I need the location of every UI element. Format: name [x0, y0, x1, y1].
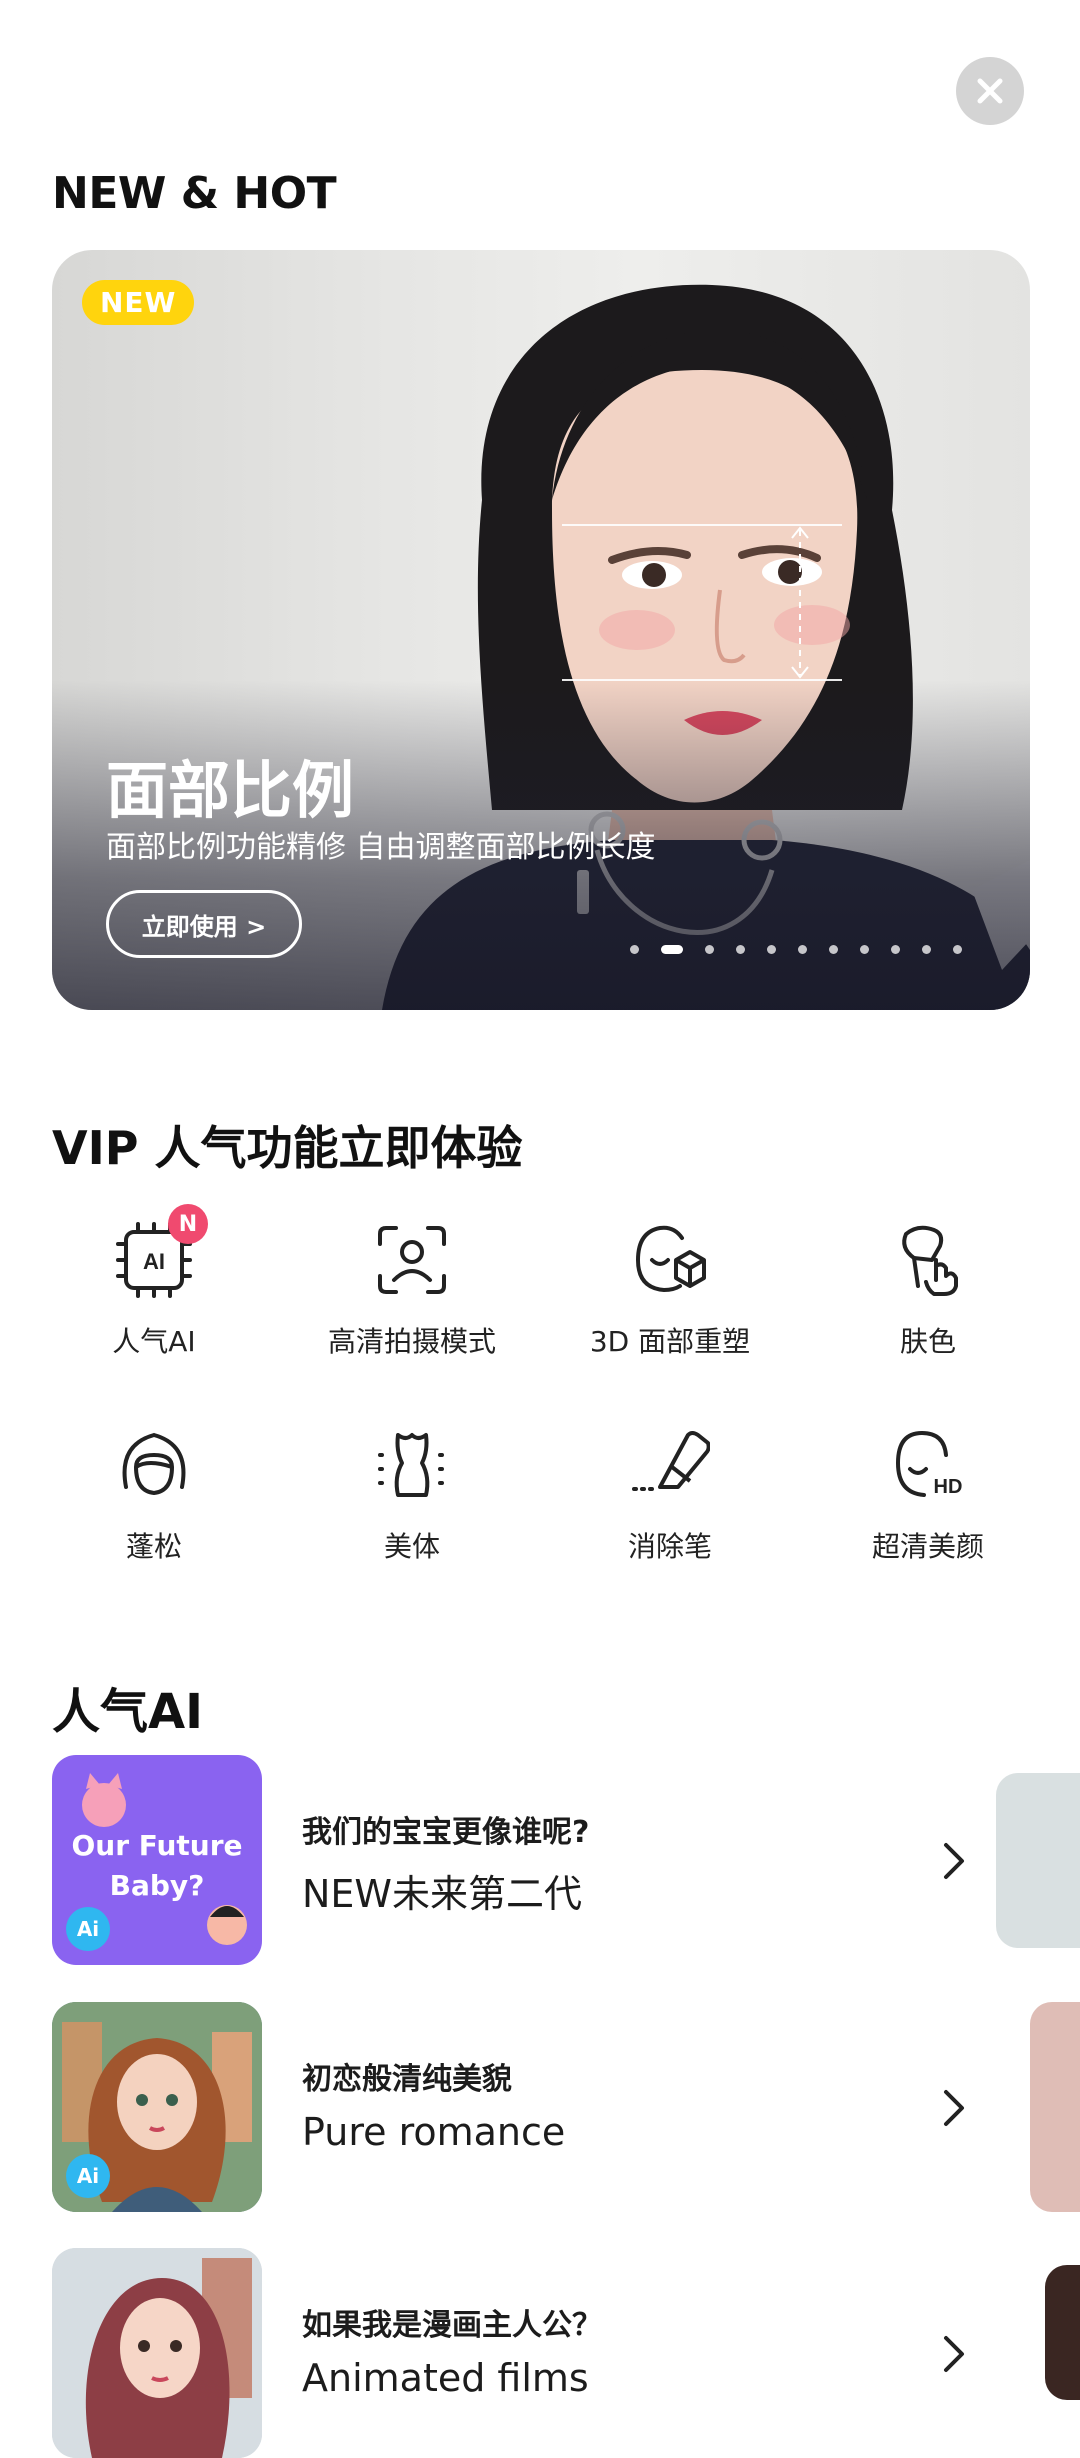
- feature-label: 肤色: [899, 1325, 956, 1358]
- feature-label: 美体: [383, 1530, 440, 1563]
- new-feature-badge: N: [168, 1204, 208, 1244]
- ai-item-subtitle: 初恋般清纯美貌: [302, 2062, 512, 2097]
- new-badge: NEW: [82, 280, 195, 325]
- section-title-popular-ai: 人气AI: [52, 1684, 204, 1740]
- use-now-button[interactable]: 立即使用 >: [106, 890, 302, 958]
- feature-skin-tone[interactable]: 肤色: [818, 1220, 1038, 1400]
- ai-item-subtitle: 我们的宝宝更像谁呢?: [302, 1815, 590, 1850]
- carousel-dot[interactable]: [705, 945, 714, 954]
- ai-thumbnail: Ai: [52, 2002, 262, 2212]
- ai-item-title: NEW未来第二代: [302, 1872, 583, 1916]
- feature-label: 超清美颜: [871, 1530, 984, 1563]
- body-shape-icon: [378, 1433, 446, 1497]
- next-card-peek: [1045, 2265, 1080, 2400]
- feature-label: 人气AI: [112, 1325, 196, 1358]
- ai-badge: Ai: [66, 1907, 110, 1951]
- eraser-icon: [632, 1431, 710, 1491]
- section-title-vip: VIP 人气功能立即体验: [52, 1121, 523, 1175]
- banner-subtitle: 面部比例功能精修 自由调整面部比例长度: [106, 830, 656, 865]
- feature-popular-ai[interactable]: AI N 人气AI: [44, 1204, 264, 1400]
- skin-tone-icon: [902, 1225, 958, 1296]
- chevron-right-icon: [944, 2090, 964, 2126]
- next-card-peek: [996, 1773, 1080, 1948]
- ai-item-pure-romance[interactable]: Ai 初恋般清纯美貌 Pure romance: [52, 2002, 1080, 2212]
- ai-badge: Ai: [66, 2154, 110, 2198]
- feature-3d-face[interactable]: 3D 面部重塑: [560, 1220, 780, 1400]
- svg-text:AI: AI: [143, 1249, 165, 1274]
- thumb-caption: Our Future: [71, 1829, 242, 1862]
- ai-thumbnail: [52, 2248, 262, 2458]
- carousel-dot[interactable]: [661, 945, 683, 954]
- carousel-dot[interactable]: [953, 945, 962, 954]
- carousel-dot[interactable]: [630, 945, 639, 954]
- banner-title: 面部比例: [106, 754, 355, 827]
- animated-films-artwork: [52, 2248, 262, 2458]
- carousel-dot[interactable]: [891, 945, 900, 954]
- carousel-dot[interactable]: [736, 945, 745, 954]
- hd-beauty-icon: HD: [895, 1430, 963, 1498]
- feature-label: 蓬松: [125, 1530, 182, 1563]
- hd-camera-face-icon: [378, 1226, 446, 1294]
- feature-eraser[interactable]: 消除笔: [560, 1425, 780, 1605]
- carousel-dot[interactable]: [798, 945, 807, 954]
- carousel-dot[interactable]: [922, 945, 931, 954]
- carousel-dot[interactable]: [767, 945, 776, 954]
- close-icon: [977, 78, 1003, 104]
- feature-label: 消除笔: [627, 1530, 712, 1563]
- 3d-face-icon: [635, 1225, 706, 1293]
- feature-hd-camera[interactable]: 高清拍摄模式: [302, 1220, 522, 1400]
- feature-label: 高清拍摄模式: [327, 1325, 496, 1358]
- next-card-peek: [1030, 2002, 1080, 2212]
- chevron-right-icon: [944, 2336, 964, 2372]
- chevron-right-icon: [944, 1843, 964, 1879]
- feature-label: 3D 面部重塑: [589, 1325, 751, 1358]
- carousel-dot[interactable]: [829, 945, 838, 954]
- ai-thumbnail: Our Future Baby? Ai: [52, 1755, 262, 1965]
- ai-item-future-baby[interactable]: Our Future Baby? Ai 我们的宝宝更像谁呢? NEW未来第二代: [52, 1755, 1080, 1965]
- carousel-dot[interactable]: [860, 945, 869, 954]
- promo-banner[interactable]: NEW 面部比例 面部比例功能精修 自由调整面部比例长度 立即使用 >: [52, 250, 1030, 1010]
- ai-item-title: Pure romance: [302, 2110, 566, 2154]
- ai-item-animated-films[interactable]: 如果我是漫画主人公？ Animated films: [52, 2248, 1080, 2458]
- svg-text:HD: HD: [934, 1476, 963, 1498]
- ai-item-subtitle: 如果我是漫画主人公？: [302, 2308, 602, 2343]
- feature-hd-beauty[interactable]: HD 超清美颜: [818, 1425, 1038, 1605]
- close-button[interactable]: [956, 57, 1024, 125]
- feature-hair-volume[interactable]: 蓬松: [44, 1425, 264, 1605]
- section-title-new-hot: NEW & HOT: [52, 168, 337, 219]
- ai-item-title: Animated films: [302, 2356, 589, 2400]
- svg-text:Baby?: Baby?: [110, 1869, 205, 1902]
- carousel-indicator: [630, 945, 962, 954]
- hair-volume-icon: [122, 1432, 186, 1496]
- feature-body-shape[interactable]: 美体: [302, 1425, 522, 1605]
